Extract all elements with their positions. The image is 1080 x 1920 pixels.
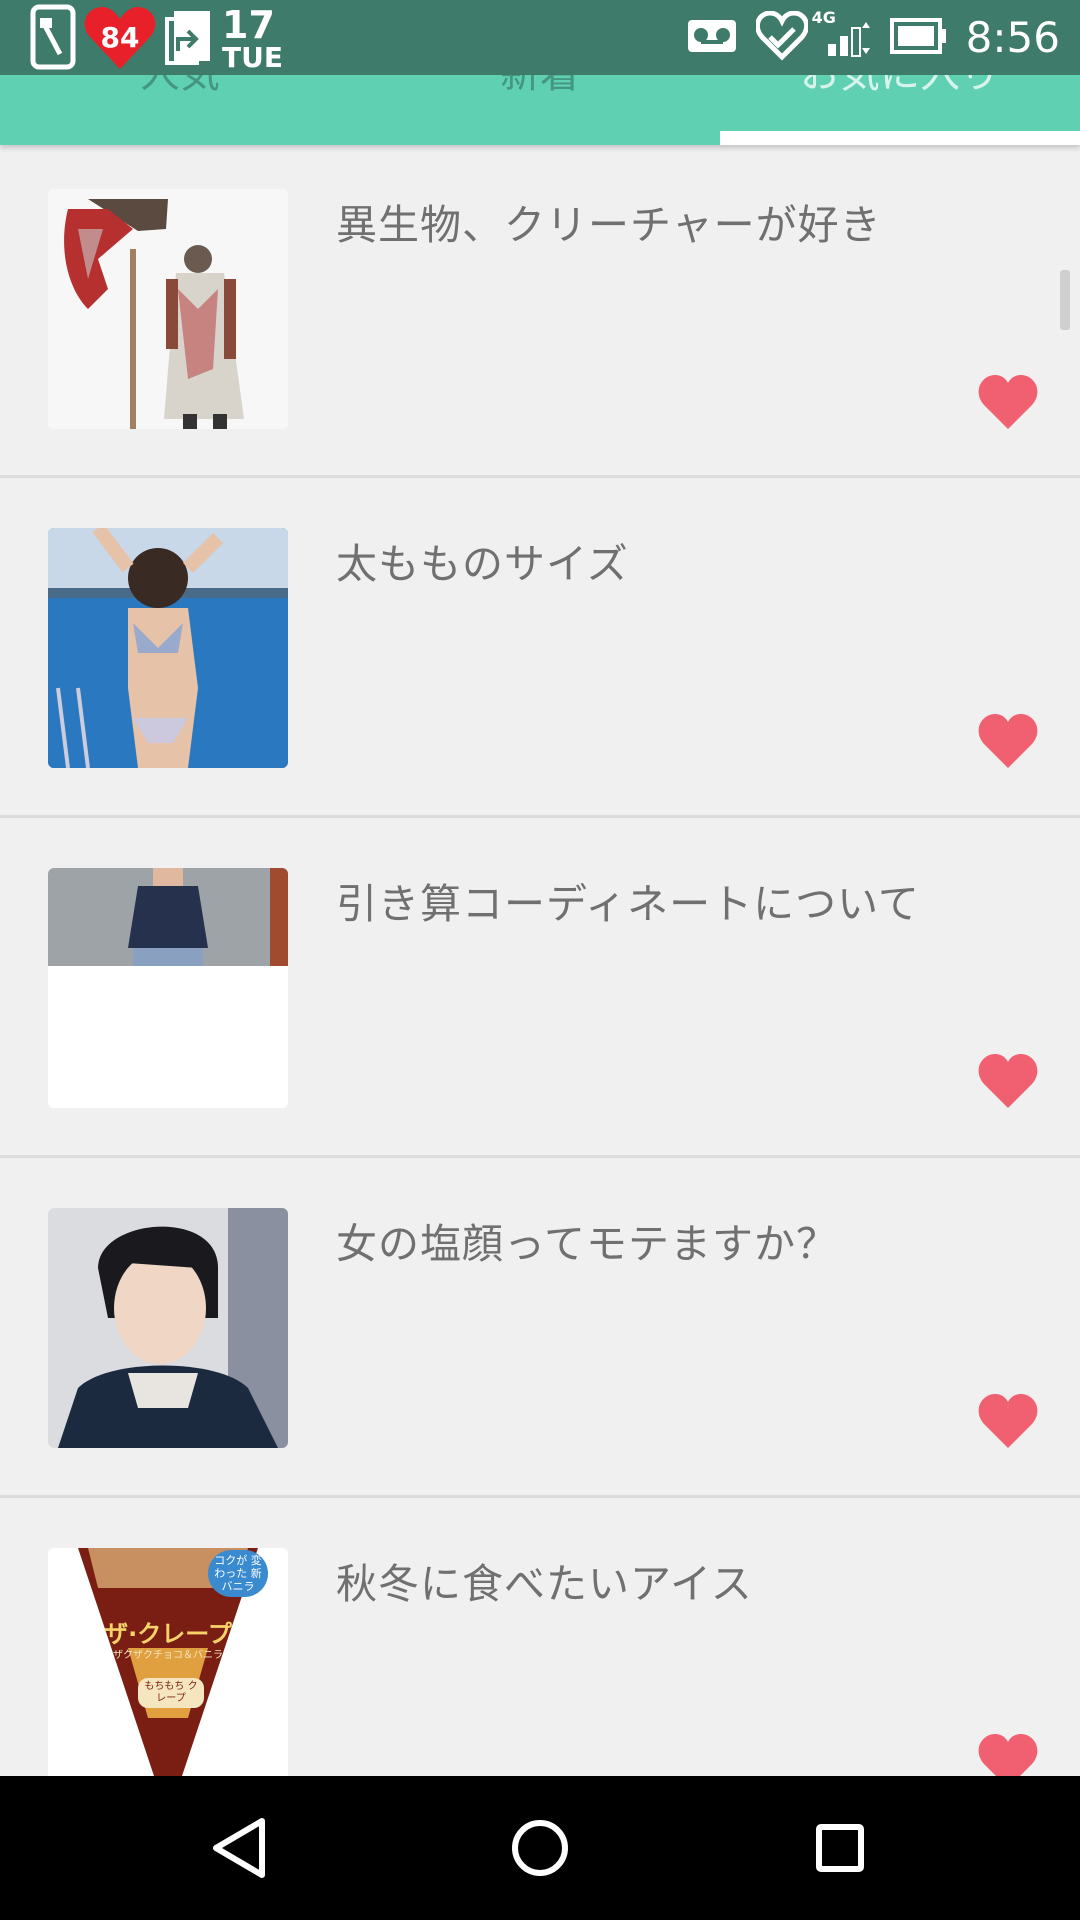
list-item[interactable]: 引き算コーディネートについて: [0, 818, 1080, 1158]
sim-card-icon: [30, 4, 76, 74]
clock: 8:56: [965, 13, 1060, 62]
ice-cream-sub: ザクザクチョコ＆バニラ: [113, 1650, 223, 1661]
network-type: 4G: [811, 7, 836, 27]
date-day: 17: [222, 3, 275, 47]
voicemail-icon: [686, 18, 738, 58]
recents-icon[interactable]: [805, 1813, 875, 1883]
item-title: 女の塩顔ってモテますか？: [336, 1220, 838, 1268]
tab-bar: 人気 新着 お気に入り: [0, 51, 1080, 145]
favorite-heart-icon[interactable]: [978, 714, 1038, 770]
ice-cream-name: ザ·クレープ: [104, 1620, 232, 1648]
home-icon[interactable]: [505, 1813, 575, 1883]
favorite-heart-icon[interactable]: [978, 1054, 1038, 1110]
navigation-bar: [0, 1776, 1080, 1920]
signal-icon: 4G: [812, 8, 872, 62]
item-title: 引き算コーディネートについて: [336, 880, 920, 928]
thumbnail-creature: [48, 189, 288, 429]
item-title: 太もものサイズ: [336, 540, 629, 588]
health-heart-icon: [754, 9, 809, 65]
back-icon[interactable]: [206, 1813, 276, 1883]
thumbnail-outfit: [48, 868, 288, 1108]
share-icon: [164, 7, 214, 71]
list-item[interactable]: 異生物、クリーチャーが好き: [0, 145, 1080, 478]
favorites-list: 異生物、クリーチャーが好き 太もものサイズ 引き算コーディネートについて 女の塩…: [0, 145, 1080, 1838]
item-title: 異生物、クリーチャーが好き: [336, 201, 882, 249]
heart-count: 84: [100, 21, 140, 54]
ice-cream-tag: もちもち クレープ: [138, 1678, 204, 1708]
list-item[interactable]: 女の塩顔ってモテますか？: [0, 1158, 1080, 1498]
thumbnail-swimsuit: [48, 528, 288, 768]
battery-icon: [889, 17, 948, 58]
favorite-heart-icon[interactable]: [978, 1394, 1038, 1450]
ice-cream-badge: コクが 変わった 新 バニラ: [208, 1550, 268, 1597]
date-display: 17 TUE: [222, 6, 283, 72]
item-title: 秋冬に食べたいアイス: [336, 1560, 753, 1608]
scrollbar[interactable]: [1060, 270, 1070, 330]
status-bar: 84 17 TUE 4G 8:56: [0, 0, 1080, 75]
list-item[interactable]: 太もものサイズ: [0, 478, 1080, 818]
favorite-heart-icon[interactable]: [978, 375, 1038, 431]
active-tab-indicator: [720, 131, 1080, 145]
date-weekday: TUE: [222, 41, 283, 74]
thumbnail-portrait: [48, 1208, 288, 1448]
heart-notification-icon: 84: [84, 7, 156, 71]
